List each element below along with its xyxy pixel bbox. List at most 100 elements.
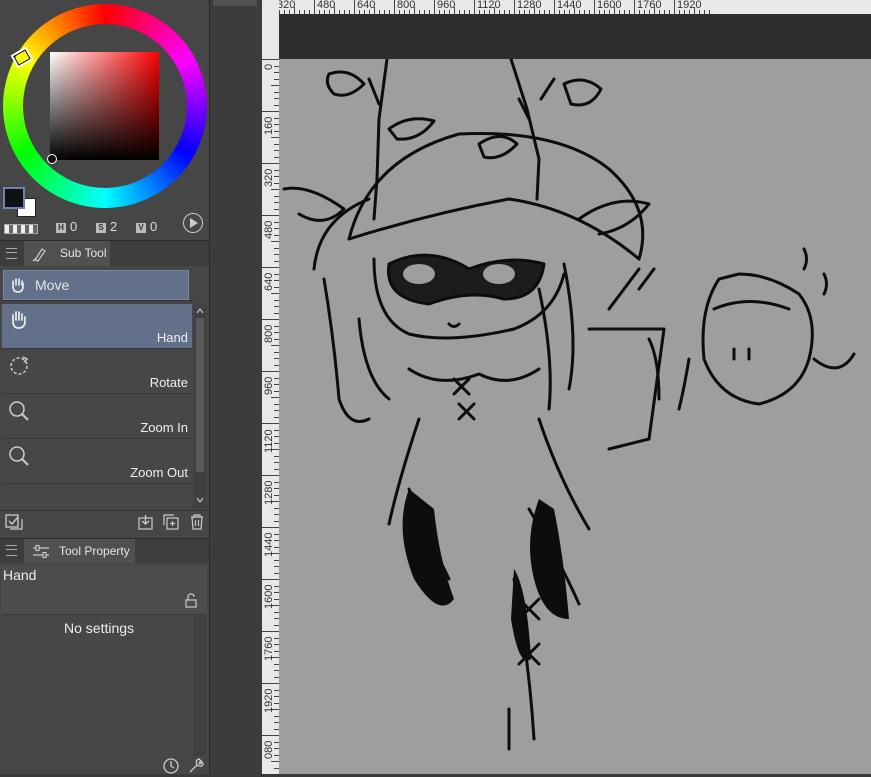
sliders-icon [33, 544, 49, 559]
ruler-major-tick [474, 0, 475, 14]
ruler-minor-tick [271, 241, 279, 242]
tab-sub-tool-label: Sub Tool [60, 246, 107, 260]
toolprop-scrollbar[interactable] [194, 616, 206, 756]
ruler-label: 1280 [517, 0, 542, 11]
ruler-label: 160 [263, 116, 275, 135]
ruler-horizontal: 320 480 640 800 960 1120 1280 1440 1600 1760 1920 [262, 0, 871, 14]
subtool-item-label: Zoom Out [130, 465, 188, 480]
main-color-swatch[interactable] [3, 187, 25, 209]
ruler-label: 080 [263, 740, 275, 759]
canvas-pasteboard[interactable] [279, 14, 871, 59]
wrench-icon[interactable] [187, 757, 205, 774]
ruler-major-tick [262, 423, 279, 424]
v-label: V [136, 223, 146, 233]
lock-icon[interactable] [183, 592, 199, 608]
s-value: 2 [110, 219, 118, 234]
ruler-label: 640 [357, 0, 376, 11]
ruler-major-tick [594, 0, 595, 14]
ruler-major-tick [262, 631, 279, 632]
ruler-minor-tick [271, 397, 279, 398]
ruler-major-tick [262, 163, 279, 164]
middle-dock [209, 0, 263, 774]
subtool-item-rotate[interactable]: Rotate [2, 349, 192, 394]
duplicate-icon[interactable] [162, 513, 180, 531]
tab-tool-property-label: Tool Property [59, 544, 130, 558]
ruler-major-tick [262, 579, 279, 580]
subtool-item-zoom-out[interactable]: Zoom Out [2, 439, 192, 484]
ruler-vertical: 0 160 320 480 640 800 960 1120 1280 1440 1600 1760 1… [262, 14, 279, 774]
ruler-major-tick [262, 111, 279, 112]
ruler-label: 480 [263, 220, 275, 239]
rotate-icon [10, 356, 29, 375]
trash-icon[interactable] [188, 513, 206, 531]
ruler-major-tick [262, 371, 279, 372]
menu-icon[interactable] [6, 545, 17, 556]
sketch-artwork [282, 57, 856, 751]
subtool-settings-icon[interactable] [4, 513, 24, 531]
brush-icon [32, 248, 46, 262]
ruler-label: 1600 [263, 584, 275, 609]
ruler-major-tick [674, 0, 675, 14]
saturation-readout: S2 [96, 219, 118, 234]
toolprop-content: No settings [2, 616, 193, 756]
ruler-minor-tick [271, 293, 279, 294]
hue-readout: H0 [56, 219, 78, 234]
ruler-label: 1120 [263, 429, 275, 453]
ruler-major-tick [262, 475, 279, 476]
toolprop-empty-message: No settings [64, 620, 135, 636]
ruler-major-tick [262, 683, 279, 684]
import-icon[interactable] [137, 513, 155, 531]
subtool-item-zoom-in[interactable]: Zoom In [2, 394, 192, 439]
reset-icon[interactable] [162, 757, 180, 774]
ruler-major-tick [262, 59, 279, 60]
ruler-label: 320 [263, 168, 275, 187]
toolprop-header: Hand [2, 566, 206, 615]
chevron-down-icon[interactable] [194, 494, 206, 506]
s-label: S [96, 223, 106, 233]
color-picker-handle[interactable] [47, 154, 57, 164]
ruler-label: 800 [397, 0, 416, 11]
ruler-label: 1440 [263, 532, 275, 557]
subtool-group-move[interactable]: Move [3, 270, 189, 300]
subtool-scroll-thumb[interactable] [196, 318, 204, 472]
ruler-major-tick [354, 0, 355, 14]
chevron-up-icon[interactable] [194, 305, 206, 317]
ruler-label: 1600 [597, 0, 622, 11]
ruler-label: 0 [263, 63, 275, 70]
zoom-in-icon [9, 401, 29, 421]
saturation-value-square[interactable] [50, 52, 159, 160]
ruler-label: 640 [263, 272, 275, 291]
ruler-major-tick [554, 0, 555, 14]
hand-icon [12, 311, 26, 329]
subtool-item-label: Rotate [149, 375, 188, 390]
ruler-major-tick [262, 735, 279, 736]
transparent-color-swatch[interactable] [4, 224, 38, 234]
play-icon[interactable] [183, 213, 203, 233]
hand-icon [12, 278, 24, 293]
h-value: 0 [70, 219, 78, 234]
zoom-out-icon [9, 446, 29, 466]
ruler-major-tick [262, 319, 279, 320]
ruler-label: 1120 [477, 0, 501, 11]
menu-icon[interactable] [6, 248, 17, 259]
middle-dock-tab[interactable] [213, 0, 257, 6]
ruler-major-tick [514, 0, 515, 14]
subtool-item-hand[interactable]: Hand [2, 304, 192, 349]
subtool-item-label: Zoom In [140, 420, 188, 435]
ruler-label: 480 [317, 0, 336, 11]
tab-tool-property[interactable]: Tool Property [24, 539, 135, 564]
ruler-major-tick [434, 0, 435, 14]
ruler-label: 800 [263, 324, 275, 343]
h-label: H [56, 223, 66, 233]
v-value: 0 [150, 219, 158, 234]
toolprop-tool-name: Hand [3, 567, 37, 583]
ruler-label: 1920 [263, 688, 275, 713]
ruler-label: 1760 [263, 636, 275, 661]
tab-sub-tool[interactable]: Sub Tool [24, 241, 110, 266]
subtool-group-label: Move [35, 277, 70, 293]
drawing-canvas[interactable] [279, 57, 871, 774]
ruler-major-tick [262, 267, 279, 268]
ruler-minor-tick [271, 761, 279, 762]
ruler-major-tick [262, 215, 279, 216]
ruler-label: 1760 [637, 0, 662, 11]
